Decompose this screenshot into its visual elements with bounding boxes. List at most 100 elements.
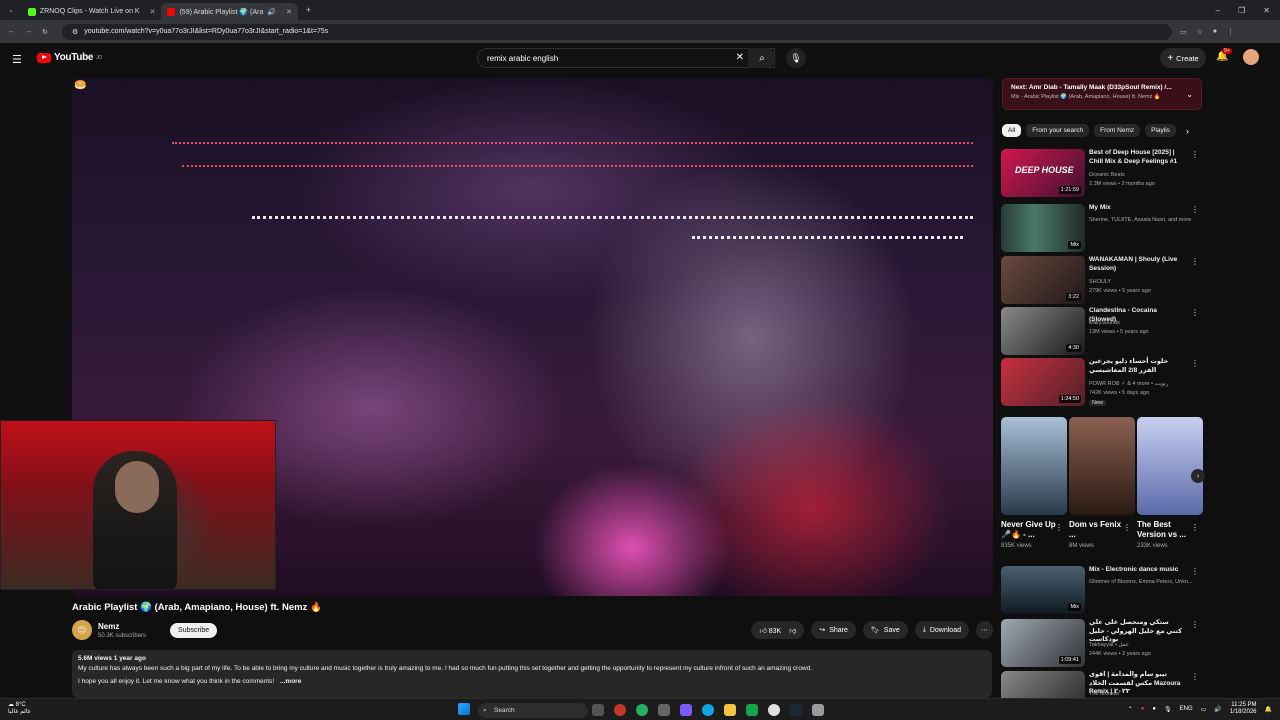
shorts-next-button[interactable]: › [1191, 469, 1205, 483]
edge-icon[interactable] [702, 704, 714, 716]
close-tab-icon[interactable]: ✕ [286, 8, 292, 16]
list-item[interactable]: Mix My Mix Sherine, TUL8TE, Assala Nasri… [1001, 204, 1201, 252]
video-thumbnail[interactable]: 4:30 [1001, 307, 1085, 355]
list-item[interactable]: 1:09:41 ستكي ومنحصل على علي كتني مع خليل… [1001, 619, 1201, 667]
task-view-icon[interactable] [592, 704, 604, 716]
cast-icon[interactable]: ▭ [1180, 28, 1187, 36]
kebab-menu-icon[interactable]: ⋮ [1191, 567, 1199, 576]
list-item[interactable]: Mix Mix - Electronic dance music Glimmer… [1001, 566, 1201, 614]
store-icon[interactable] [658, 704, 670, 716]
kebab-menu-icon[interactable]: ⋮ [1055, 523, 1063, 532]
subscribe-button[interactable]: Subscribe [170, 622, 218, 638]
more-actions-button[interactable]: ⋯ [976, 621, 993, 639]
kebab-menu-icon[interactable]: ⋮ [1191, 620, 1199, 629]
chrome-icon[interactable] [768, 704, 780, 716]
kebab-menu-icon[interactable]: ⋮ [1191, 308, 1199, 317]
xbox-icon[interactable] [746, 704, 758, 716]
profile-icon[interactable]: ● [1213, 28, 1217, 36]
short-title[interactable]: Dom vs Fenix ... [1069, 520, 1125, 540]
chevron-up-icon[interactable]: ⌃ [1128, 706, 1133, 713]
taskbar-search[interactable]: ⌕ Search [478, 703, 588, 718]
reload-icon[interactable]: ↻ [42, 28, 48, 36]
save-button[interactable]: 🔖︎ Save [862, 621, 908, 639]
back-icon[interactable]: ← [8, 28, 15, 36]
maximize-icon[interactable]: ❐ [1238, 6, 1245, 15]
clock[interactable]: 11:25 PM 1/18/2026 [1230, 702, 1257, 716]
channel-name[interactable]: Nemz [98, 622, 146, 631]
network-icon[interactable]: ▭ [1201, 706, 1207, 713]
kebab-menu-icon[interactable]: ⋮ [1191, 150, 1199, 159]
kebab-menu-icon[interactable]: ⋮ [1191, 359, 1199, 368]
kebab-menu-icon[interactable]: ⋮ [1191, 257, 1199, 266]
notifications-button[interactable]: 🔔 9+ [1216, 48, 1232, 62]
kebab-menu-icon[interactable]: ⋮ [1123, 523, 1131, 532]
app-icon[interactable] [812, 704, 824, 716]
list-item[interactable]: 4:30 Clandestina - Cocaina (Slowed) Dail… [1001, 307, 1201, 355]
forward-icon[interactable]: → [25, 28, 32, 36]
list-item[interactable]: DEEP HOUSE 1:21:59 Best of Deep House [2… [1001, 149, 1201, 197]
kebab-menu-icon[interactable]: ⋮ [1191, 672, 1199, 681]
short-thumbnail[interactable] [1069, 417, 1135, 515]
kebab-menu-icon[interactable]: ⋮ [1191, 523, 1199, 532]
volume-icon[interactable]: 🔊 [1214, 706, 1221, 713]
chip-all[interactable]: All [1002, 124, 1022, 137]
chevron-down-icon[interactable]: ⌄ [1186, 90, 1193, 99]
new-tab-button[interactable]: + [298, 5, 319, 15]
browser-tab-kick[interactable]: ZRNOQ Clips - Watch Live on K ✕ [22, 3, 162, 20]
steam-icon[interactable] [790, 704, 802, 716]
short-thumbnail[interactable] [1137, 417, 1203, 515]
microphone-icon[interactable]: 🎙 [1164, 706, 1172, 713]
chrome-icon[interactable] [614, 704, 626, 716]
video-thumbnail[interactable]: 3:22 [1001, 256, 1085, 304]
chip-from-nemz[interactable]: From Nemz [1094, 124, 1141, 137]
windows-start-icon[interactable] [458, 703, 470, 715]
file-explorer-icon[interactable] [724, 704, 736, 716]
chevron-right-icon[interactable]: › [1186, 126, 1189, 136]
video-thumbnail[interactable]: 1:24:50 [1001, 358, 1085, 406]
notification-icon[interactable]: 🔔 [1265, 706, 1272, 713]
search-button[interactable]: ⌕ [748, 48, 776, 68]
audio-playing-icon[interactable]: 🔊 [267, 8, 276, 16]
list-item[interactable]: تيبو سام والمدامة | أقوى مكس لقسمت الخلا… [1001, 671, 1201, 698]
weather-widget[interactable]: ☁ 8°C غائم غالبا [8, 702, 31, 716]
kebab-menu-icon[interactable]: ⋮ [1227, 28, 1234, 36]
youtube-logo[interactable]: YouTube JO [37, 52, 102, 63]
tray-app-icon[interactable]: ● [1152, 706, 1156, 712]
list-item[interactable]: 3:22 WANAKAMAN | Shouly (Live Session) S… [1001, 256, 1201, 304]
show-more-link[interactable]: ...more [280, 678, 301, 685]
create-button[interactable]: + Create [1160, 48, 1206, 68]
chip-playlists[interactable]: Playlis [1145, 124, 1176, 137]
tab-search-chevron-icon[interactable]: ⌄ [0, 6, 22, 14]
account-avatar[interactable] [1243, 49, 1259, 65]
download-button[interactable]: ⤓ Download [914, 621, 969, 639]
site-info-icon[interactable]: ⚙ [72, 28, 78, 36]
hamburger-menu-icon[interactable]: ☰ [12, 53, 22, 66]
short-title[interactable]: Never Give Up 🎤🔥 - ... [1001, 520, 1057, 540]
browser-tab-youtube[interactable]: (59) Arabic Playlist 🌍 (Ara 🔊 ✕ [161, 3, 298, 20]
like-button[interactable]: 👍︎ 83K [759, 626, 781, 635]
description-box[interactable]: 5.6M views 1 year ago My culture has alw… [72, 650, 992, 698]
bookmark-star-icon[interactable]: ☆ [1197, 28, 1203, 36]
list-item[interactable]: 1:24:50 خلوت أحساء دليو يجرعين الفزر 2/8… [1001, 358, 1201, 406]
short-thumbnail[interactable] [1001, 417, 1067, 515]
chrome-icon[interactable] [636, 704, 648, 716]
share-button[interactable]: ↪ Share [811, 621, 856, 639]
video-thumbnail[interactable]: 1:09:41 [1001, 619, 1085, 667]
clear-search-icon[interactable]: ✕ [736, 52, 744, 63]
close-tab-icon[interactable]: ✕ [150, 8, 156, 16]
up-next-card[interactable]: Next: Amr Diab - Tamally Maak (D33pSoul … [1002, 78, 1202, 110]
kebab-menu-icon[interactable]: ⋮ [1191, 205, 1199, 214]
chip-from-your-search[interactable]: From your search [1026, 124, 1090, 137]
minimize-icon[interactable]: – [1216, 6, 1220, 15]
short-title[interactable]: The Best Version vs ... [1137, 520, 1193, 540]
video-thumbnail[interactable]: Mix [1001, 566, 1085, 614]
voice-search-button[interactable]: 🎙 [786, 48, 806, 68]
video-thumbnail[interactable]: DEEP HOUSE 1:21:59 [1001, 149, 1085, 197]
language-indicator[interactable]: ENG [1180, 706, 1193, 712]
tray-app-icon[interactable]: ● [1141, 706, 1145, 712]
channel-avatar[interactable]: 😊 [72, 620, 92, 640]
copilot-icon[interactable] [680, 704, 692, 716]
video-thumbnail[interactable]: Mix [1001, 204, 1085, 252]
search-input[interactable]: remix arabic english ✕ [477, 48, 775, 68]
close-window-icon[interactable]: ✕ [1263, 6, 1270, 15]
